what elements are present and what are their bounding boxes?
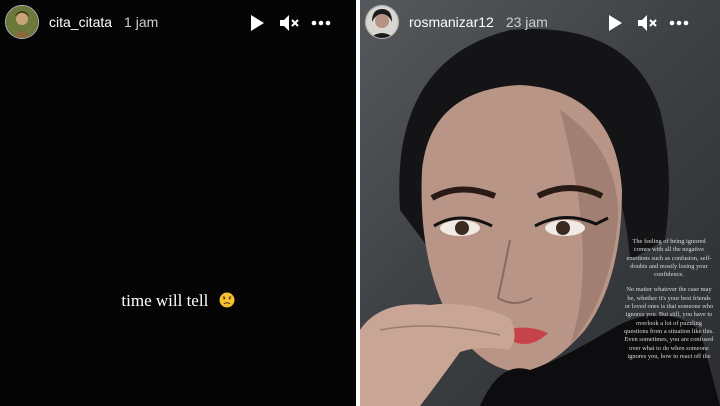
username[interactable]: cita_citata [49, 14, 112, 30]
caption-text: time will tell [121, 291, 209, 310]
post-time: 1 jam [124, 14, 159, 30]
sad-face-emoji [219, 292, 235, 313]
post-time: 23 jam [505, 14, 548, 30]
username[interactable]: rosmanizar12 [409, 14, 494, 30]
avatar[interactable] [365, 5, 399, 39]
story-header: rosmanizar12 23 jam [360, 0, 720, 44]
story-header: cita_citata 1 jam [0, 0, 356, 44]
story-quote-text: The feeling of being ignored comes with … [624, 238, 714, 368]
quote-paragraph: The feeling of being ignored comes with … [626, 238, 712, 279]
story-panel-left[interactable]: cita_citata 1 jam time will tell [0, 0, 356, 406]
quote-paragraph: No matter whatever the case may be, whet… [624, 286, 714, 360]
story-caption: time will tell [0, 291, 356, 313]
avatar[interactable] [5, 5, 39, 39]
